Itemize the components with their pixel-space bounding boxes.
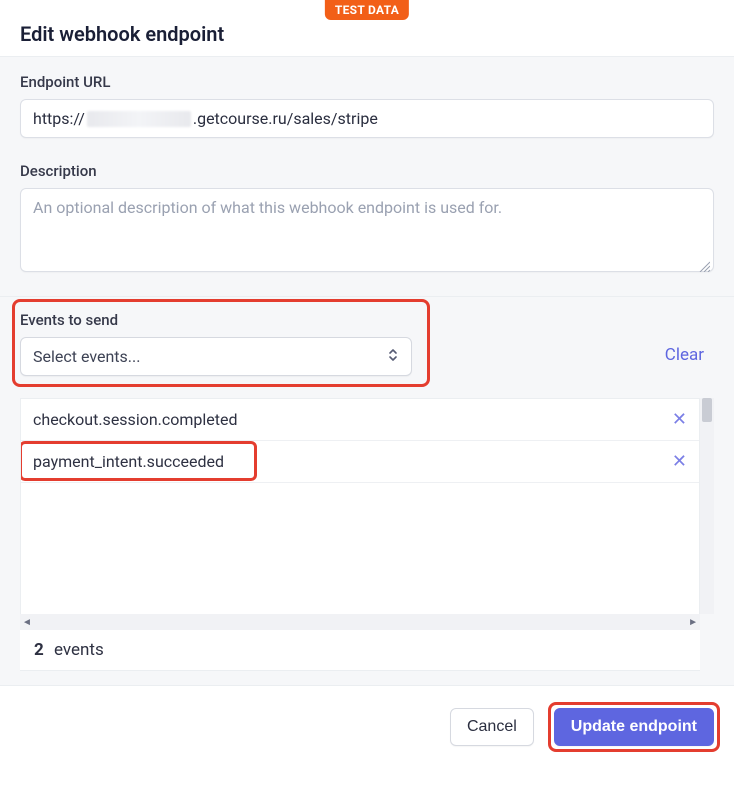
events-list: checkout.session.completed ✕ payment_int… [20,398,700,630]
scroll-right-icon[interactable]: ► [688,617,698,628]
endpoint-url-section: Endpoint URL https:// .getcourse.ru/sale… [0,56,734,297]
url-suffix: .getcourse.ru/sales/stripe [193,109,378,128]
events-count: 2 [34,640,44,660]
redacted-domain [87,111,191,127]
event-name: checkout.session.completed [33,410,238,429]
cancel-button[interactable]: Cancel [450,708,534,746]
events-count-label: events [54,640,104,660]
url-prefix: https:// [33,109,85,128]
test-data-badge: TEST DATA [325,0,409,20]
event-row: checkout.session.completed ✕ [21,399,699,441]
events-section: Events to send Select events... Clear ch… [0,297,734,686]
chevron-updown-icon [387,347,399,366]
horizontal-scrollbar[interactable]: ◄ ► [20,614,700,630]
endpoint-url-label: Endpoint URL [20,73,714,91]
clear-events-link[interactable]: Clear [665,345,704,365]
endpoint-url-input[interactable]: https:// .getcourse.ru/sales/stripe [20,99,714,138]
events-count-summary: 2 events [20,630,700,671]
select-events-placeholder: Select events... [33,347,140,366]
description-label: Description [20,162,714,180]
events-label: Events to send [20,311,714,329]
update-endpoint-button[interactable]: Update endpoint [554,708,714,746]
scroll-left-icon[interactable]: ◄ [22,617,32,628]
remove-event-icon[interactable]: ✕ [672,451,687,472]
event-row: payment_intent.succeeded ✕ [21,441,699,483]
event-name: payment_intent.succeeded [33,452,224,471]
dialog-footer: Cancel Update endpoint [0,686,734,764]
remove-event-icon[interactable]: ✕ [672,409,687,430]
description-input[interactable] [20,188,714,272]
select-events-dropdown[interactable]: Select events... [20,337,412,376]
vertical-scrollbar[interactable] [700,398,714,614]
highlight-update: Update endpoint [548,702,720,752]
